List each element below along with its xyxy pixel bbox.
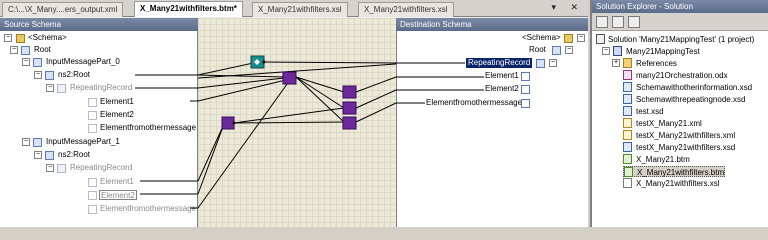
file-item[interactable]: X_Many21.btm <box>623 154 690 165</box>
collapse-icon[interactable]: − <box>46 164 54 172</box>
record-icon <box>33 138 42 147</box>
destination-schema-tree[interactable]: <Schema> − Root − RepeatingRecord − Elem… <box>396 31 588 227</box>
source-node-element1-0[interactable]: Element1 <box>100 97 134 107</box>
tab-xsl-2[interactable]: X_Many21withfilters.xsl <box>358 2 454 17</box>
element-icon <box>521 72 530 81</box>
mapper-document-area: C:\...\X_Many....ers_output.xml X_Many21… <box>0 0 588 227</box>
refresh-icon[interactable] <box>628 16 640 28</box>
collapse-icon[interactable]: − <box>565 46 573 54</box>
record-icon <box>536 59 545 68</box>
xml-icon <box>623 130 632 140</box>
record-icon <box>45 71 54 80</box>
destination-node-root[interactable]: Root <box>529 45 546 55</box>
record-icon <box>33 58 42 67</box>
source-node-ns2root-1[interactable]: ns2:Root <box>58 150 90 160</box>
schema-icon <box>623 142 632 152</box>
schema-folder-icon <box>16 34 25 43</box>
destination-node-efm[interactable]: Elementfromothermessage <box>426 98 522 108</box>
collapse-icon[interactable]: − <box>10 46 18 54</box>
folder-icon <box>623 58 632 68</box>
map-icon <box>624 167 633 177</box>
show-all-files-icon[interactable] <box>612 16 624 28</box>
references-folder[interactable]: + References <box>612 58 677 69</box>
orchestration-icon <box>623 70 632 80</box>
file-item-selected[interactable]: X_Many21withfilters.btm <box>623 166 726 177</box>
file-item[interactable]: testX_Many21.xml <box>623 118 702 129</box>
solution-explorer: Solution Explorer - Solution 'Many21Mapp… <box>590 0 768 227</box>
source-node-efm-1[interactable]: Elementfromothermessage <box>100 204 196 214</box>
source-node-part0[interactable]: InputMessagePart_0 <box>46 57 120 67</box>
source-node-repeatingrecord-0[interactable]: RepeatingRecord <box>70 83 132 93</box>
source-schema-tree[interactable]: − <Schema> − Root − InputMessagePart_0 −… <box>0 31 198 227</box>
element-icon <box>88 98 97 107</box>
source-node-root[interactable]: Root <box>34 45 51 55</box>
source-node-schema[interactable]: <Schema> <box>28 33 67 43</box>
project-item[interactable]: − Many21MappingTest <box>602 46 700 57</box>
file-item[interactable]: testX_Many21withfilters.xml <box>623 130 735 141</box>
collapse-icon[interactable]: − <box>602 47 610 55</box>
collapse-icon[interactable]: − <box>4 34 12 42</box>
project-icon <box>613 46 622 56</box>
collapse-icon[interactable]: − <box>549 59 557 67</box>
destination-node-repeatingrecord[interactable]: RepeatingRecord <box>466 58 533 68</box>
tab-map-btm[interactable]: X_Many21withfilters.btm* <box>134 1 243 17</box>
schema-icon <box>623 94 632 104</box>
source-node-repeatingrecord-1[interactable]: RepeatingRecord <box>70 163 132 173</box>
file-item[interactable]: many21Orchestration.odx <box>623 70 728 81</box>
source-node-element2-1[interactable]: Element2 <box>99 190 137 200</box>
collapse-icon[interactable]: − <box>22 138 30 146</box>
collapse-icon[interactable]: − <box>46 84 54 92</box>
collapse-icon[interactable]: − <box>22 58 30 66</box>
stylesheet-icon <box>623 178 632 188</box>
destination-node-element2[interactable]: Element2 <box>485 84 519 94</box>
element-icon <box>88 111 97 120</box>
properties-icon[interactable] <box>596 16 608 28</box>
element-icon <box>88 124 97 133</box>
schema-folder-icon <box>564 34 573 43</box>
tab-controls[interactable]: ▾ ✕ <box>551 2 584 13</box>
xml-icon <box>623 118 632 128</box>
destination-node-element1[interactable]: Element1 <box>485 71 519 81</box>
mapper-grid[interactable] <box>198 18 396 227</box>
collapse-icon[interactable]: − <box>34 151 42 159</box>
record-icon <box>21 46 30 55</box>
map-icon <box>623 154 632 164</box>
source-node-part1[interactable]: InputMessagePart_1 <box>46 137 120 147</box>
collapse-icon[interactable]: − <box>577 34 585 42</box>
destination-node-schema[interactable]: <Schema> <box>522 33 561 43</box>
tab-output-xml[interactable]: C:\...\X_Many....ers_output.xml <box>2 2 124 17</box>
file-item[interactable]: testX_Many21withfilters.xsd <box>623 142 735 153</box>
file-item[interactable]: X_Many21withfilters.xsl <box>623 178 720 189</box>
element-icon <box>521 85 530 94</box>
file-item[interactable]: test.xsd <box>623 106 664 117</box>
source-schema-header: Source Schema <box>0 18 198 31</box>
record-icon <box>45 151 54 160</box>
source-node-element2-0[interactable]: Element2 <box>100 110 134 120</box>
schema-icon <box>623 106 632 116</box>
document-tab-strip: C:\...\X_Many....ers_output.xml X_Many21… <box>0 0 588 17</box>
record-icon <box>57 84 66 93</box>
destination-schema-header: Destination Schema <box>396 18 588 31</box>
element-icon <box>521 99 530 108</box>
record-icon <box>552 46 561 55</box>
record-icon <box>57 164 66 173</box>
source-node-ns2root-0[interactable]: ns2:Root <box>58 70 90 80</box>
schema-icon <box>623 82 632 92</box>
element-icon <box>88 178 97 187</box>
element-icon <box>88 191 97 200</box>
element-icon <box>88 205 97 214</box>
tab-xsl-1[interactable]: X_Many21withfilters.xsl <box>252 2 348 17</box>
source-node-element1-1[interactable]: Element1 <box>100 177 134 187</box>
collapse-icon[interactable]: − <box>34 71 42 79</box>
solution-icon <box>596 34 605 44</box>
solution-item[interactable]: Solution 'Many21MappingTest' (1 project) <box>596 34 754 45</box>
source-node-efm-0[interactable]: Elementfromothermessage <box>100 123 196 133</box>
solution-explorer-title: Solution Explorer - Solution 'Many21Mapp… <box>592 0 768 24</box>
expand-icon[interactable]: + <box>612 59 620 67</box>
file-item[interactable]: Schemawithrepeatingnode.xsd <box>623 94 745 105</box>
solution-explorer-toolbar <box>592 13 768 31</box>
file-item[interactable]: Schemawithotherinformation.xsd <box>623 82 752 93</box>
